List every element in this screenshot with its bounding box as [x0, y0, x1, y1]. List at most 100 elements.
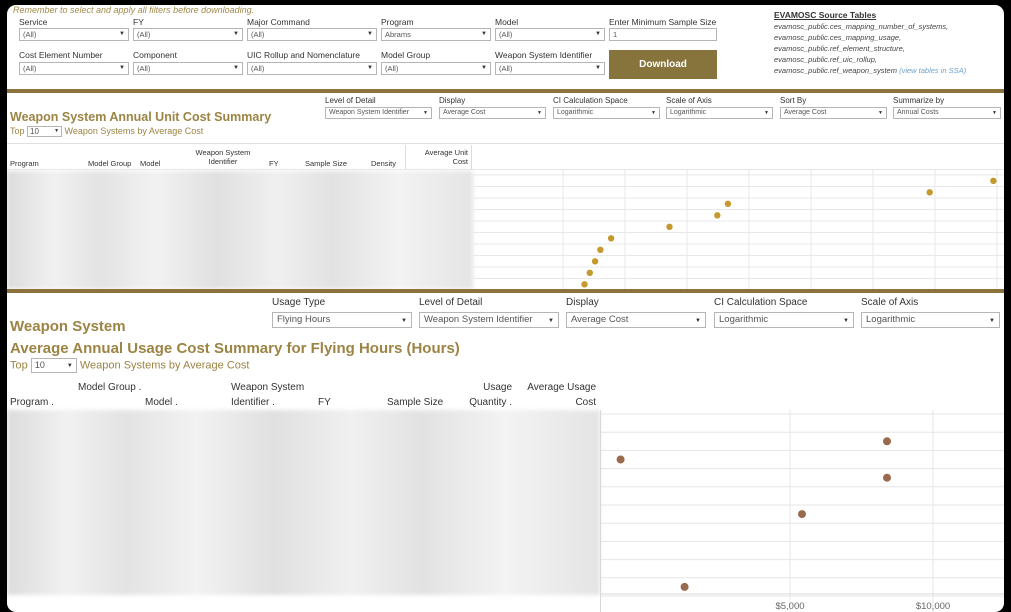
- select-value: Average Cost: [571, 314, 629, 325]
- model-group-label: Model Group: [381, 50, 431, 60]
- data-point[interactable]: [581, 281, 588, 288]
- column-header[interactable]: Weapon System Identifier: [191, 148, 255, 166]
- min-sample-input[interactable]: 1: [609, 28, 717, 41]
- level-of-detail-select[interactable]: Weapon System Identifier ▼: [325, 107, 432, 119]
- select-value: (All): [137, 30, 151, 39]
- column-header[interactable]: Average Unit Cost: [418, 148, 468, 166]
- sort-by-select[interactable]: Average Cost ▼: [780, 107, 887, 119]
- level-of-detail-select[interactable]: Weapon System Identifier ▼: [419, 312, 559, 328]
- source-table-name: evamosc_public.ref_element_structure,: [774, 44, 905, 53]
- column-header[interactable]: Density: [371, 159, 396, 168]
- weapon-system-identifier-select[interactable]: (All) ▼: [495, 62, 605, 75]
- chevron-down-icon: ▼: [401, 318, 407, 324]
- usage-type-select[interactable]: Flying Hours ▼: [272, 312, 412, 328]
- uic-rollup-and-nomenclature-label: UIC Rollup and Nomenclature: [247, 50, 360, 60]
- source-table-name: evamosc_public.ref_uic_rollup,: [774, 55, 877, 64]
- chevron-down-icon: ▼: [119, 31, 125, 37]
- column-header[interactable]: Usage Quantity .: [447, 380, 512, 410]
- data-point[interactable]: [616, 455, 625, 464]
- scale-of-axis-select[interactable]: Logarithmic ▼: [861, 312, 1000, 328]
- chevron-down-icon: ▼: [843, 318, 849, 324]
- column-header[interactable]: Model Group: [88, 159, 131, 168]
- major-command-select[interactable]: (All) ▼: [247, 28, 377, 41]
- usage-cost-dot-plot: $5,000 $10,000: [600, 410, 1004, 612]
- usage-type-label: Usage Type: [272, 297, 326, 308]
- ci-calculation-space-label: CI Calculation Space: [553, 96, 628, 105]
- column-header[interactable]: Model: [140, 159, 160, 168]
- display-select[interactable]: Average Cost ▼: [566, 312, 706, 328]
- program-select[interactable]: Abrams ▼: [381, 28, 491, 41]
- data-point[interactable]: [586, 269, 593, 276]
- chevron-down-icon: ▼: [233, 31, 239, 37]
- select-value: (All): [251, 30, 265, 39]
- section-divider: [7, 289, 1004, 293]
- data-point[interactable]: [714, 212, 721, 219]
- data-point[interactable]: [724, 200, 732, 207]
- data-point[interactable]: [591, 258, 599, 265]
- usage-cost-top-select[interactable]: 10 ▼: [30, 358, 77, 373]
- model-group-select[interactable]: (All) ▼: [381, 62, 491, 75]
- select-value: Logarithmic: [557, 109, 594, 116]
- fy-select[interactable]: (All) ▼: [133, 28, 243, 41]
- scale-of-axis-label: Scale of Axis: [861, 297, 919, 308]
- data-point[interactable]: [926, 189, 933, 196]
- column-header[interactable]: Model .: [145, 395, 195, 410]
- service-select[interactable]: (All) ▼: [19, 28, 129, 41]
- view-tables-link[interactable]: (view tables in SSA): [899, 66, 966, 75]
- source-table-line: evamosc_public.ces_mapping_number_of_sys…: [774, 22, 948, 31]
- column-header[interactable]: Program: [10, 159, 39, 168]
- table-rule: [7, 143, 1004, 144]
- x-tick-label: $10,000: [916, 601, 950, 612]
- column-header[interactable]: Weapon System Identifier .: [231, 380, 321, 410]
- column-header[interactable]: FY: [318, 395, 348, 410]
- weapon-system-identifier-label: Weapon System Identifier: [495, 50, 593, 60]
- redacted-table-body: [7, 410, 600, 595]
- top-prefix: Top: [10, 126, 25, 136]
- data-point[interactable]: [990, 177, 997, 184]
- data-point[interactable]: [597, 246, 604, 253]
- model-select[interactable]: (All) ▼: [495, 28, 605, 41]
- source-table-name: evamosc_public.ces_mapping_number_of_sys…: [774, 22, 949, 31]
- column-header[interactable]: FY: [269, 159, 279, 168]
- source-table-line: evamosc_public.ces_mapping_usage,: [774, 33, 901, 42]
- select-value: Abrams: [385, 30, 411, 39]
- select-value: (All): [23, 64, 37, 73]
- ci-calculation-space-select[interactable]: Logarithmic ▼: [553, 107, 660, 119]
- display-select[interactable]: Average Cost ▼: [439, 107, 546, 119]
- data-point[interactable]: [666, 223, 673, 230]
- chevron-down-icon: ▼: [537, 110, 542, 116]
- source-table-name: evamosc_public.ces_mapping_usage,: [774, 33, 902, 42]
- data-point[interactable]: [883, 473, 891, 482]
- data-point[interactable]: [680, 582, 689, 591]
- column-header[interactable]: Program .: [10, 395, 70, 410]
- chevron-down-icon: ▼: [233, 65, 239, 71]
- data-point[interactable]: [607, 235, 615, 242]
- source-tables-title[interactable]: EVAMOSC Source Tables: [774, 10, 876, 20]
- fy-label: FY: [133, 17, 144, 27]
- data-point[interactable]: [883, 437, 891, 446]
- select-value: (All): [23, 30, 37, 39]
- unit-cost-top-select[interactable]: 10 ▼: [27, 126, 63, 138]
- data-point[interactable]: [798, 510, 806, 519]
- column-header[interactable]: Average Usage Cost: [518, 380, 596, 410]
- uic-rollup-and-nomenclature-select[interactable]: (All) ▼: [247, 62, 377, 75]
- scale-of-axis-label: Scale of Axis: [666, 96, 712, 105]
- component-select[interactable]: (All) ▼: [133, 62, 243, 75]
- ci-calculation-space-label: CI Calculation Space: [714, 297, 808, 308]
- major-command-label: Major Command: [247, 17, 310, 27]
- download-button[interactable]: Download: [609, 50, 717, 79]
- summarize-by-select[interactable]: Annual Costs ▼: [893, 107, 1001, 119]
- chevron-down-icon: ▼: [548, 318, 554, 324]
- usage-cost-title-line1: Weapon System: [10, 318, 126, 335]
- select-value: (All): [251, 64, 265, 73]
- column-header[interactable]: Model Group .: [78, 380, 148, 395]
- sort-by-label: Sort By: [780, 96, 807, 105]
- display-label: Display: [439, 96, 466, 105]
- column-separator: [405, 145, 406, 169]
- column-header[interactable]: Sample Size: [387, 395, 447, 410]
- cost-element-number-select[interactable]: (All) ▼: [19, 62, 129, 75]
- ci-calculation-space-select[interactable]: Logarithmic ▼: [714, 312, 854, 328]
- scale-of-axis-select[interactable]: Logarithmic ▼: [666, 107, 773, 119]
- component-label: Component: [133, 50, 177, 60]
- column-header[interactable]: Sample Size: [305, 159, 347, 168]
